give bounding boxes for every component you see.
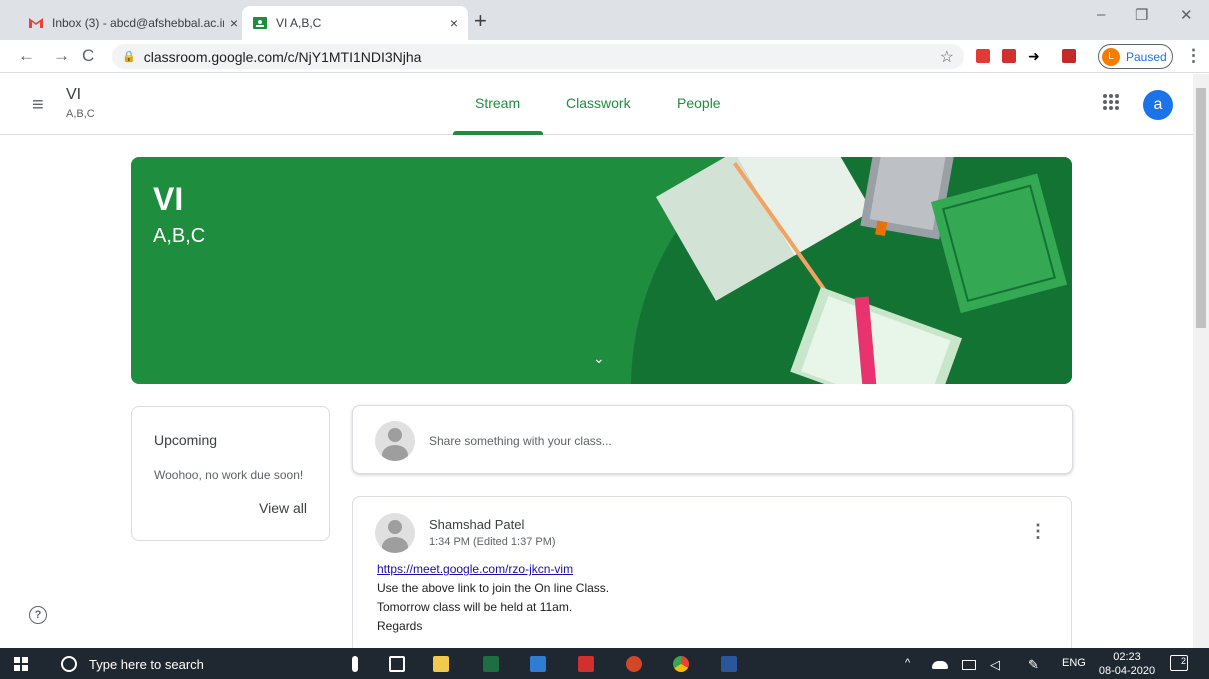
share-box[interactable]: Share something with your class... bbox=[352, 405, 1073, 474]
clock[interactable]: 02:23 08-04-2020 bbox=[1096, 650, 1158, 678]
share-placeholder[interactable]: Share something with your class... bbox=[429, 434, 612, 448]
post-author: Shamshad Patel bbox=[429, 517, 525, 532]
author-avatar bbox=[375, 513, 415, 553]
microphone-icon[interactable] bbox=[352, 656, 358, 672]
chevron-down-icon[interactable]: ⌄ bbox=[593, 350, 605, 367]
scrollbar-thumb[interactable] bbox=[1196, 88, 1206, 328]
lock-icon: 🔒 bbox=[122, 51, 136, 63]
stream-post: Shamshad Patel 1:34 PM (Edited 1:37 PM) … bbox=[352, 496, 1072, 656]
upcoming-text: Woohoo, no work due soon! bbox=[154, 468, 304, 482]
chrome-icon[interactable] bbox=[673, 656, 689, 672]
pen-icon[interactable]: ✎ bbox=[1028, 657, 1039, 673]
browser-menu-icon[interactable]: ⋮ bbox=[1185, 46, 1202, 66]
google-apps-icon[interactable] bbox=[1103, 94, 1119, 110]
powerpoint-icon[interactable] bbox=[626, 656, 642, 672]
acrobat-icon[interactable] bbox=[578, 656, 594, 672]
post-line: Tomorrow class will be held at 11am. bbox=[377, 600, 573, 614]
taskbar-search[interactable]: Type here to search bbox=[61, 653, 274, 675]
post-line: Regards bbox=[377, 619, 423, 633]
back-icon[interactable]: ← bbox=[18, 46, 35, 66]
help-icon[interactable]: ? bbox=[29, 606, 47, 624]
banner-subtitle: A,B,C bbox=[153, 225, 206, 247]
youtube-extension-icon[interactable] bbox=[1062, 49, 1076, 63]
reload-icon[interactable]: C bbox=[82, 46, 94, 66]
new-tab-button[interactable]: + bbox=[474, 8, 487, 34]
user-avatar[interactable]: a bbox=[1143, 90, 1173, 120]
upcoming-heading: Upcoming bbox=[154, 432, 218, 448]
taskbar-search-placeholder: Type here to search bbox=[89, 656, 204, 672]
tab-classwork[interactable]: Classwork bbox=[566, 95, 631, 111]
cortana-icon bbox=[61, 656, 77, 672]
volume-icon[interactable]: ◁ bbox=[990, 657, 1000, 673]
post-time: 1:34 PM (Edited 1:37 PM) bbox=[429, 536, 556, 548]
gmail-icon bbox=[29, 18, 43, 28]
onedrive-icon[interactable] bbox=[932, 661, 948, 669]
class-banner: VI A,B,C ⌄ bbox=[131, 157, 1072, 384]
battery-icon[interactable] bbox=[962, 660, 976, 670]
tab-classroom[interactable]: VI A,B,C × bbox=[242, 6, 468, 40]
bookmark-star-icon[interactable]: ☆ bbox=[940, 47, 954, 67]
file-explorer-icon[interactable] bbox=[433, 656, 449, 672]
active-tab-indicator bbox=[453, 131, 543, 135]
class-section: A,B,C bbox=[66, 108, 95, 120]
post-line: Use the above link to join the On line C… bbox=[377, 581, 610, 595]
tray-up-arrow-icon[interactable]: ^ bbox=[905, 657, 910, 669]
url-bar[interactable]: 🔒 classroom.google.com/c/NjY1MTI1NDI3Njh… bbox=[112, 44, 964, 69]
minimize-icon[interactable]: – bbox=[1097, 6, 1105, 23]
app-icon[interactable] bbox=[530, 656, 546, 672]
banner-title: VI bbox=[153, 181, 184, 217]
language-indicator[interactable]: ENG bbox=[1062, 657, 1086, 669]
tab-people[interactable]: People bbox=[677, 95, 721, 111]
page-scrollbar[interactable] bbox=[1193, 74, 1209, 648]
address-toolbar: ← → C 🔒 classroom.google.com/c/NjY1MTI1N… bbox=[0, 40, 1209, 73]
tab-close-icon[interactable]: × bbox=[450, 15, 458, 31]
more-options-icon[interactable]: ⋮ bbox=[1029, 521, 1047, 542]
tab-stream[interactable]: Stream bbox=[475, 95, 520, 111]
arrow-extension-icon[interactable]: ➜ bbox=[1028, 49, 1042, 63]
clock-time: 02:23 bbox=[1113, 651, 1141, 663]
windows-start-icon[interactable] bbox=[14, 657, 28, 671]
notifications-icon[interactable]: 2 bbox=[1170, 655, 1188, 671]
upcoming-card: Upcoming Woohoo, no work due soon! View … bbox=[131, 406, 330, 541]
profile-status: Paused bbox=[1126, 49, 1167, 64]
meet-link[interactable]: https://meet.google.com/rzo-jkcn-vim bbox=[377, 562, 573, 576]
windows-taskbar: Type here to search ^ ◁ ✎ ENG 02:23 08-0… bbox=[0, 648, 1209, 679]
clock-date: 08-04-2020 bbox=[1098, 665, 1156, 677]
hamburger-menu-icon[interactable]: ≡ bbox=[32, 94, 44, 117]
view-all-link[interactable]: View all bbox=[259, 500, 307, 516]
excel-icon[interactable] bbox=[483, 656, 499, 672]
url-text: classroom.google.com/c/NjY1MTI1NDI3Njha bbox=[143, 48, 422, 65]
task-view-icon[interactable] bbox=[389, 656, 405, 672]
word-icon[interactable] bbox=[721, 656, 737, 672]
class-title[interactable]: VI bbox=[66, 86, 81, 104]
profile-avatar: L bbox=[1102, 47, 1120, 66]
browser-tab-bar: Inbox (3) - abcd@afshebbal.ac.in × VI A,… bbox=[0, 0, 1209, 40]
classroom-header: ≡ VI A,B,C Stream Classwork People a bbox=[0, 74, 1193, 135]
tab-label: VI A,B,C bbox=[276, 16, 322, 30]
forward-icon[interactable]: → bbox=[53, 46, 70, 66]
pdf-extension-icon[interactable] bbox=[1002, 49, 1016, 63]
tab-gmail[interactable]: Inbox (3) - abcd@afshebbal.ac.in × bbox=[18, 6, 248, 40]
tab-label: Inbox (3) - abcd@afshebbal.ac.in bbox=[52, 16, 224, 30]
avatar bbox=[375, 421, 415, 461]
tab-close-icon[interactable]: × bbox=[230, 15, 238, 31]
close-window-icon[interactable]: ✕ bbox=[1180, 6, 1193, 24]
classroom-icon bbox=[253, 17, 267, 29]
restore-icon[interactable]: ❐ bbox=[1135, 6, 1148, 24]
pocket-extension-icon[interactable] bbox=[976, 49, 990, 63]
profile-button[interactable]: L Paused bbox=[1098, 44, 1173, 69]
